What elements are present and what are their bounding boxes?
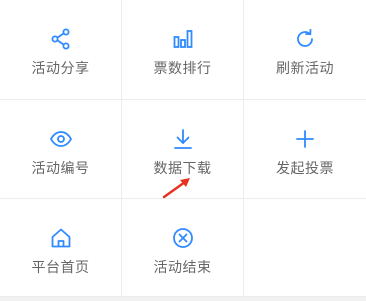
menu-item-label: 活动编号: [31, 161, 90, 177]
menu-item-label: 数据下载: [153, 161, 212, 177]
eye-icon: [49, 127, 73, 151]
menu-item-label: 发起投票: [276, 161, 334, 177]
refresh-icon: [293, 27, 317, 51]
plus-icon: [293, 127, 317, 151]
menu-item-label: 活动分享: [31, 61, 90, 77]
close-circle-icon: [171, 226, 195, 250]
share-icon: [49, 27, 73, 51]
home-icon: [49, 226, 73, 250]
menu-item-activity-number[interactable]: 活动编号: [0, 100, 122, 199]
menu-item-share-activity[interactable]: 活动分享: [0, 0, 122, 100]
action-menu-grid: 活动分享 票数排行 刷新活动 活动编号 数据下载 发起投票 平台首页 活动结束: [0, 0, 366, 297]
menu-item-label: 平台首页: [31, 260, 90, 276]
menu-item-start-vote[interactable]: 发起投票: [244, 100, 366, 199]
menu-item-end-activity[interactable]: 活动结束: [122, 199, 244, 297]
menu-item-label: 票数排行: [153, 61, 212, 77]
menu-item-refresh-activity[interactable]: 刷新活动: [244, 0, 366, 100]
download-icon: [171, 127, 195, 151]
menu-item-label: 活动结束: [153, 260, 212, 276]
menu-item-label: 刷新活动: [276, 61, 334, 77]
menu-item-vote-ranking[interactable]: 票数排行: [122, 0, 244, 100]
bar-chart-icon: [171, 27, 195, 51]
red-arrow-icon: [162, 178, 190, 199]
menu-item-platform-home[interactable]: 平台首页: [0, 199, 122, 297]
empty-cell: [244, 199, 366, 297]
